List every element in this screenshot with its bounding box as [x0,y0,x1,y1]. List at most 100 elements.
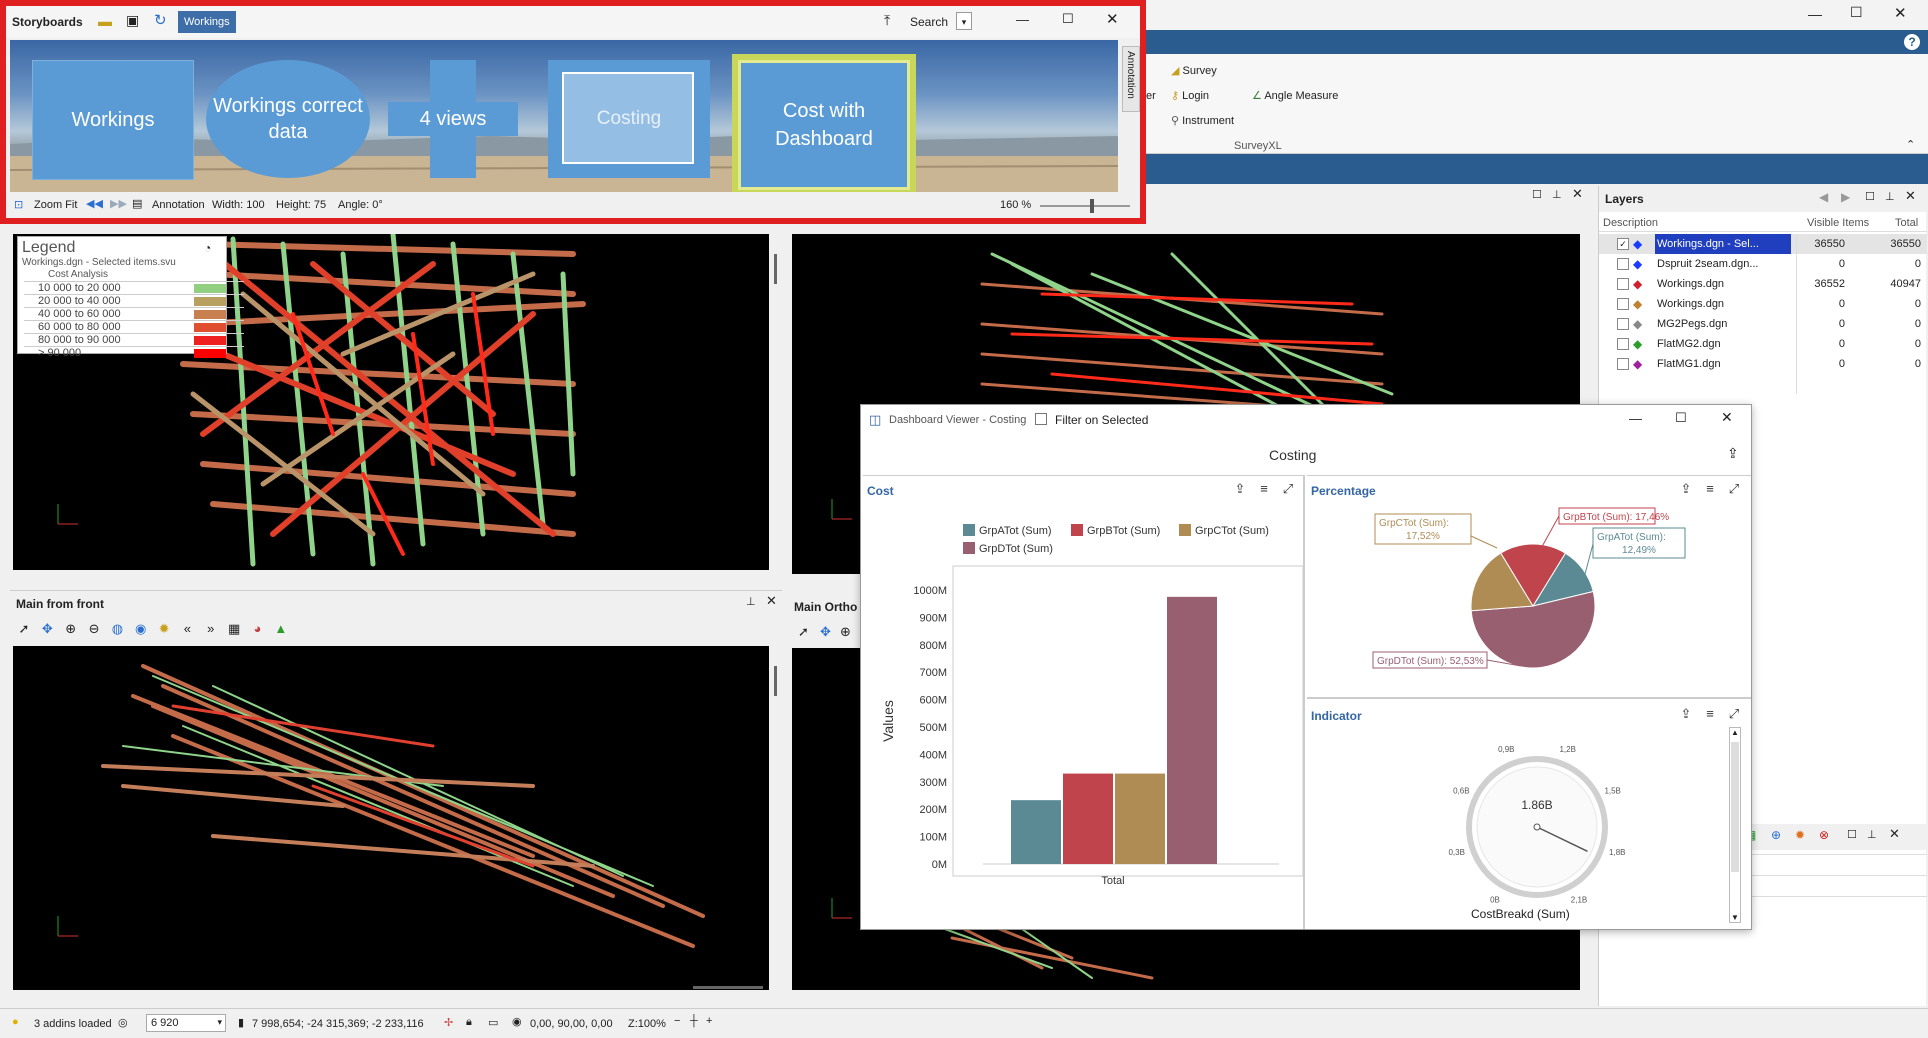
help-icon[interactable]: ? [1904,34,1920,50]
upload-icon[interactable]: ⤒ [884,12,890,29]
legend-settings-icon[interactable]: ◔ [204,241,211,255]
close-icon[interactable]: ✕ [1572,186,1583,202]
survey-button[interactable]: ◢ Survey [1171,64,1217,77]
layer-row[interactable]: ◆ Workings.dgn 0 0 [1599,294,1927,314]
pan-icon[interactable]: ✥ [37,619,57,639]
zoom-fit-label[interactable]: Zoom Fit [34,199,77,211]
open-folder-icon[interactable]: ▬ [98,13,112,29]
bar[interactable] [1115,773,1165,864]
zoom-in-icon[interactable]: ⊕ [61,619,81,639]
select-arrow-icon[interactable]: ➚ [798,624,809,640]
pin-icon[interactable]: ⊥ [1867,828,1877,841]
zoom-in-icon[interactable]: ⊕ [840,624,851,640]
save-icon[interactable]: ▣ [126,12,139,29]
bar[interactable] [1167,596,1217,864]
zoom-slider-thumb[interactable] [1090,199,1094,213]
lock-icon[interactable]: 🔒︎ [466,1016,472,1029]
layers-scrollbar[interactable] [1789,234,1797,394]
storyboard-tile-workings-correct-data[interactable]: Workings correct data [206,60,370,178]
gear-icon[interactable]: ✹ [154,619,174,639]
refresh-icon[interactable]: ↻ [154,11,167,29]
export-icon[interactable]: ⇪ [1677,480,1695,498]
export-icon[interactable]: ⇪ [1727,445,1739,462]
view-bottom-left-canvas[interactable] [13,646,769,990]
restore-icon[interactable]: ☐ [1847,828,1857,841]
angle-measure-button[interactable]: ∠ Angle Measure [1252,89,1338,102]
view-scrollbar-h[interactable] [693,986,763,989]
zoom-slider[interactable] [1040,199,1130,213]
zoom-status-slider[interactable]: ┼ [690,1015,698,1027]
view-bottom-left-scrollbar-v[interactable] [774,666,777,696]
next-icon[interactable]: ▶▶ [110,197,127,210]
view-top-right-scrollbar-v[interactable] [774,254,777,284]
close-icon[interactable]: ✕ [1889,826,1900,842]
bar[interactable] [1011,800,1061,864]
minimize-icon[interactable]: — [1808,6,1822,22]
instrument-button[interactable]: ⚲ Instrument [1171,114,1234,127]
previous-icon[interactable]: ◀ [1819,190,1828,204]
layer-row[interactable]: ◆ FlatMG1.dgn 0 0 [1599,354,1927,374]
layer-row[interactable]: ◆ MG2Pegs.dgn 0 0 [1599,314,1927,334]
color-palette-icon[interactable]: ◕ [247,619,267,639]
bar[interactable] [1063,773,1113,864]
layer-visibility-checkbox[interactable] [1617,258,1629,270]
globe-view-icon[interactable]: ◉ [131,619,151,639]
select-arrow-icon[interactable]: ➚ [14,619,34,639]
filter-icon[interactable]: ≡ [1701,705,1719,723]
indicator-scrollbar[interactable]: ▲ ▼ [1729,727,1741,923]
maximize-icon[interactable]: ☐ [1062,11,1074,27]
layer-row[interactable]: ◆ FlatMG2.dgn 0 0 [1599,334,1927,354]
pin-icon[interactable]: ⊥ [746,595,756,608]
zoom-in-icon[interactable]: + [706,1015,712,1027]
previous-view-icon[interactable]: « [177,619,197,639]
close-icon[interactable]: ✕ [1721,409,1733,426]
storyboard-tile-workings[interactable]: Workings [32,60,194,180]
layer-visibility-checkbox[interactable] [1617,358,1629,370]
layer-row[interactable]: ◆ Dspruit 2seam.dgn... 0 0 [1599,254,1927,274]
minimize-icon[interactable]: — [1016,12,1029,27]
restore-icon[interactable]: ☐ [1532,188,1542,201]
previous-icon[interactable]: ◀◀ [86,197,103,210]
annotation-side-tab[interactable]: Annotation [1122,46,1140,112]
layer-visibility-checkbox[interactable] [1617,338,1629,350]
export-icon[interactable]: ⇪ [1677,705,1695,723]
layer-visibility-checkbox[interactable]: ✓ [1617,238,1629,250]
comment-icon[interactable]: ▭ [488,1016,498,1029]
view-top-left-canvas[interactable]: Legend Workings.dgn - Selected items.svu… [13,234,769,570]
layer-visibility-checkbox[interactable] [1617,318,1629,330]
storyboard-tile-4-views[interactable]: 4 views [388,60,518,178]
grid-icon[interactable]: ▦ [224,619,244,639]
maximize-icon[interactable]: ☐ [1850,4,1863,21]
next-view-icon[interactable]: » [201,619,221,639]
ribbon-collapse-icon[interactable]: ⌃ [1906,138,1915,151]
zoom-out-icon[interactable]: ⊖ [84,619,104,639]
layer-visibility-checkbox[interactable] [1617,278,1629,290]
close-icon[interactable]: ✕ [766,593,777,609]
close-icon[interactable]: ✕ [1106,10,1119,28]
filter-icon[interactable]: ≡ [1255,480,1273,498]
export-icon[interactable]: ⇪ [1231,480,1249,498]
fullscreen-icon[interactable]: ⤢ [1725,480,1743,498]
layer-visibility-checkbox[interactable] [1617,298,1629,310]
close-icon[interactable]: ✕ [1894,4,1907,22]
filter-icon[interactable]: ≡ [1701,480,1719,498]
column-visible-items[interactable]: Visible Items [1807,217,1869,229]
storyboard-tile-cost-with-dashboard[interactable]: Cost with Dashboard [732,54,916,192]
restore-icon[interactable]: ☐ [1865,190,1875,203]
delete-icon[interactable]: ⊗ [1819,828,1829,842]
snap-icon[interactable]: ✢ [444,1016,453,1029]
filter-checkbox[interactable] [1035,413,1047,425]
globe-icon[interactable]: ◍ [107,619,127,639]
annotation-icon[interactable]: ▤ [132,197,142,210]
add-icon[interactable]: ⊕ [1771,828,1781,842]
fullscreen-icon[interactable]: ⤢ [1279,480,1297,498]
gear-icon[interactable]: ✹ [1795,828,1805,842]
pin-icon[interactable]: ⊥ [1552,188,1562,201]
pan-icon[interactable]: ✥ [820,624,831,640]
workings-tab[interactable]: Workings [178,11,236,33]
pin-icon[interactable]: ⊥ [1885,190,1895,203]
scale-combobox[interactable]: 6 920 ▾ [146,1014,226,1032]
storyboard-tile-costing[interactable]: Costing [548,60,710,178]
search-dropdown[interactable]: ▾ [956,12,972,30]
marker-icon[interactable]: ▲ [271,619,291,639]
